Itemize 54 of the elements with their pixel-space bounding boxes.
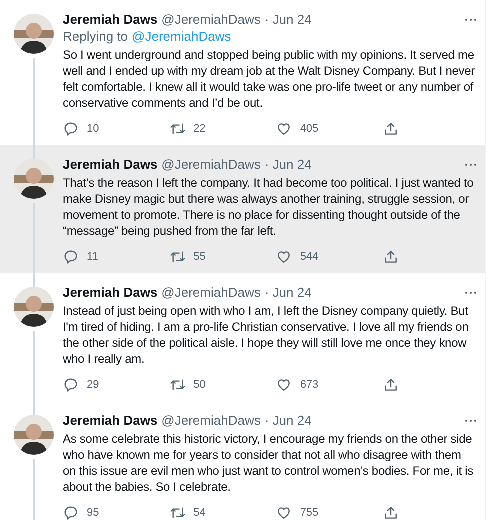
more-icon[interactable] xyxy=(465,162,477,166)
reply-count: 10 xyxy=(87,123,100,135)
heart-icon[interactable] xyxy=(276,121,292,137)
tweet-text: That’s the reason I left the company. It had become too political. I just wanted to make Disney magic but there was always another training, struggle session, or movement to promote. There is no place for dissenting thought outside of the “message” being pushed from the far left. xyxy=(63,175,475,239)
reply-icon[interactable] xyxy=(63,505,79,520)
retweet-icon[interactable] xyxy=(170,505,186,520)
reply-count: 95 xyxy=(87,507,100,519)
author-handle[interactable]: @JeremiahDaws xyxy=(162,157,261,172)
retweet-icon[interactable] xyxy=(170,121,186,137)
heart-icon[interactable] xyxy=(276,505,292,520)
tweet-text: As some celebrate this historic victory, I encourage my friends on the other side who have known me for years to consider that not all who disagree with them on this issue are evil men who just want to control women’s bodies. For me, it is about the babies. So I celebrate. xyxy=(63,431,474,495)
author-name[interactable]: Jeremiah Daws xyxy=(63,285,158,300)
tweet-text: So I went underground and stopped being public with my opinions. It served me well and I ended up with my dream job at the Walt Disney Company. But I never felt comfortable. I knew all it would take was one pro-life tweet or any number of conservative comments and I’d be out. xyxy=(63,47,476,111)
author-name[interactable]: Jeremiah Daws xyxy=(63,12,158,27)
avatar[interactable] xyxy=(14,159,54,199)
retweet-count: 54 xyxy=(194,507,206,519)
replying-label: Replying to xyxy=(63,29,128,44)
retweet-count: 22 xyxy=(194,123,206,135)
share-icon[interactable] xyxy=(382,377,399,393)
reply-icon[interactable] xyxy=(63,377,79,393)
more-icon[interactable] xyxy=(465,18,477,22)
retweet-count: 55 xyxy=(194,251,206,263)
avatar[interactable] xyxy=(14,415,54,455)
heart-icon[interactable] xyxy=(276,377,292,393)
like-count: 673 xyxy=(300,379,319,391)
like-count: 544 xyxy=(300,251,319,263)
author-handle[interactable]: @JeremiahDaws xyxy=(162,413,261,428)
tweet-card[interactable] xyxy=(0,145,485,273)
like-count: 755 xyxy=(300,507,319,519)
tweet-text: Instead of just being open with who I am, I left the Disney company quietly. But I'm tired of hiding. I am a pro-life Christian conservative. I love all my friends on the other side of the political aisle. I hope they will still love me once they know who I really am. xyxy=(63,303,470,367)
tweet-date[interactable]: · Jun 24 xyxy=(264,157,312,172)
reply-count: 29 xyxy=(87,379,100,391)
avatar[interactable] xyxy=(14,14,54,54)
reply-icon[interactable] xyxy=(63,121,79,137)
tweet-date[interactable]: · Jun 24 xyxy=(264,285,312,300)
more-icon[interactable] xyxy=(465,290,477,294)
author-name[interactable]: Jeremiah Daws xyxy=(63,157,158,172)
retweet-icon[interactable] xyxy=(170,249,186,265)
share-icon[interactable] xyxy=(382,121,399,137)
author-handle[interactable]: @JeremiahDaws xyxy=(162,12,261,27)
reply-icon[interactable] xyxy=(63,249,79,265)
avatar[interactable] xyxy=(14,287,54,327)
author-handle[interactable]: @JeremiahDaws xyxy=(162,285,261,300)
share-icon[interactable] xyxy=(382,249,399,265)
author-name[interactable]: Jeremiah Daws xyxy=(63,413,158,428)
share-icon[interactable] xyxy=(382,505,399,520)
more-icon[interactable] xyxy=(465,418,477,422)
heart-icon[interactable] xyxy=(276,249,292,265)
tweet-date[interactable]: · Jun 24 xyxy=(264,12,312,27)
retweet-count: 50 xyxy=(194,379,206,391)
reply-count: 11 xyxy=(87,251,98,263)
like-count: 405 xyxy=(300,123,319,135)
retweet-icon[interactable] xyxy=(170,377,186,393)
tweet-date[interactable]: · Jun 24 xyxy=(264,413,312,428)
